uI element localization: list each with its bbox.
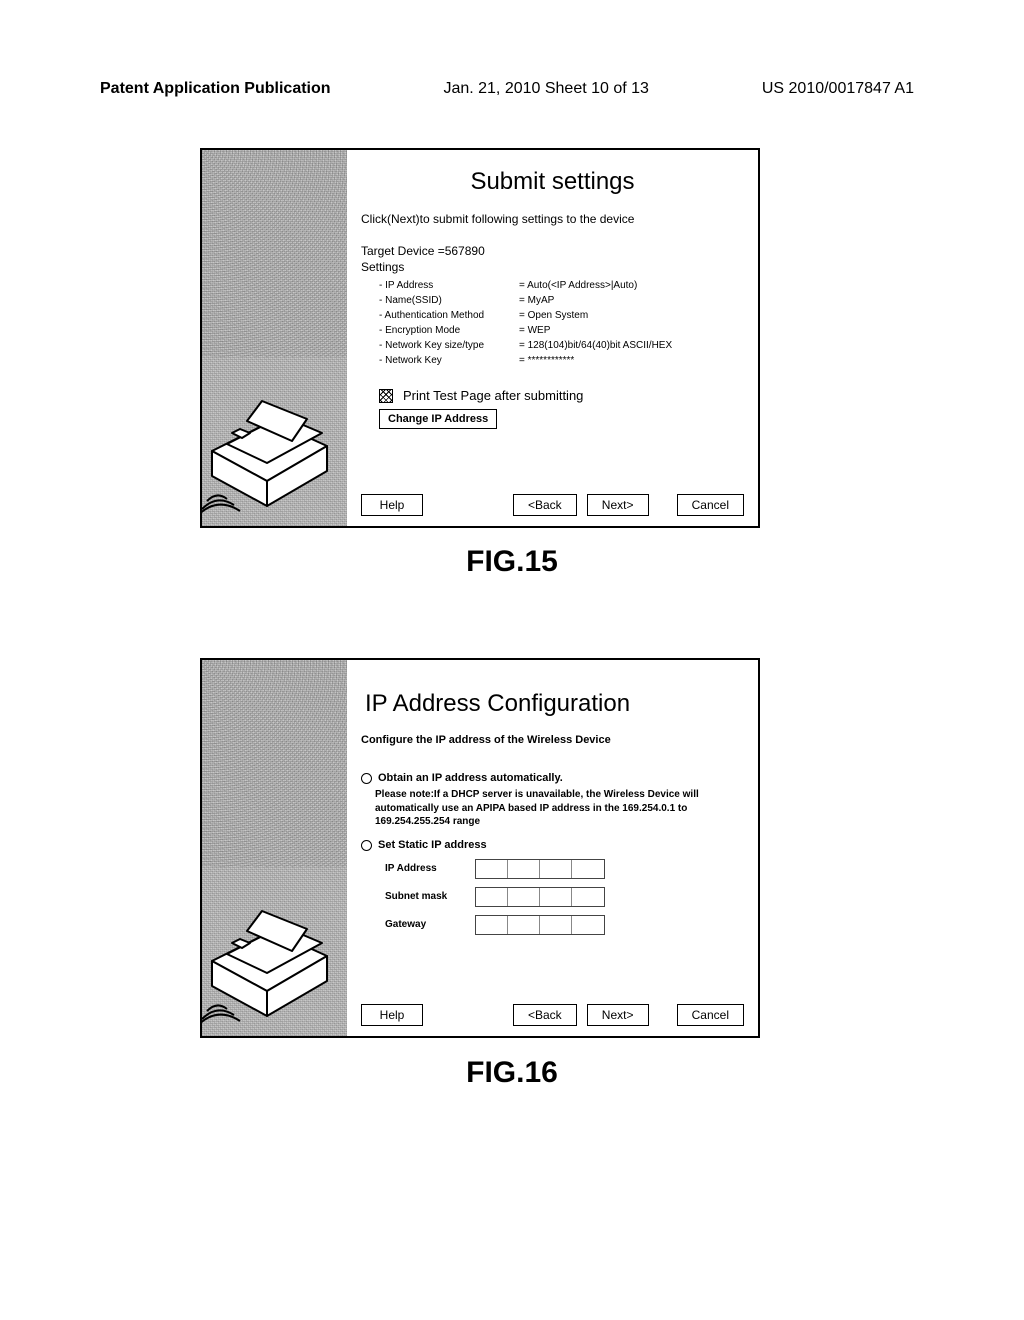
help-button[interactable]: Help <box>361 1004 423 1026</box>
back-button[interactable]: <Back <box>513 1004 577 1026</box>
header-center: Jan. 21, 2010 Sheet 10 of 13 <box>443 80 649 98</box>
cancel-button[interactable]: Cancel <box>677 494 744 516</box>
radio-static-ip[interactable]: Set Static IP address <box>361 839 744 851</box>
dialog-instruction: Click(Next)to submit following settings … <box>361 212 744 226</box>
figure-caption-15: FIG.15 <box>0 545 1024 579</box>
gateway-row: Gateway <box>385 915 744 935</box>
figure-caption-16: FIG.16 <box>0 1056 1024 1090</box>
setting-row-ip-address: - IP Address= Auto(<IP Address>|Auto) <box>379 278 744 293</box>
help-button[interactable]: Help <box>361 494 423 516</box>
gateway-label: Gateway <box>385 919 475 930</box>
radio-icon[interactable] <box>361 840 372 851</box>
cancel-button[interactable]: Cancel <box>677 1004 744 1026</box>
checkbox-icon[interactable] <box>379 389 393 403</box>
subnet-row: Subnet mask <box>385 887 744 907</box>
button-row: Help <Back Next> Cancel <box>361 990 744 1026</box>
printer-icon <box>202 851 347 1026</box>
ip-address-row: IP Address <box>385 859 744 879</box>
dialog-title: Submit settings <box>361 168 744 196</box>
next-button[interactable]: Next> <box>587 494 649 516</box>
subnet-input[interactable] <box>475 887 605 907</box>
radio-auto-label: Obtain an IP address automatically. <box>378 772 744 784</box>
ip-address-label: IP Address <box>385 863 475 874</box>
print-test-checkbox-row[interactable]: Print Test Page after submitting <box>379 388 744 403</box>
header-left: Patent Application Publication <box>100 80 331 98</box>
next-button[interactable]: Next> <box>587 1004 649 1026</box>
radio-auto-note: Please note:If a DHCP server is unavaila… <box>375 788 744 829</box>
printer-icon <box>202 341 347 516</box>
setting-row-encryption: - Encryption Mode= WEP <box>379 323 744 338</box>
button-row: Help <Back Next> Cancel <box>361 480 744 516</box>
target-device-line: Target Device =567890 <box>361 244 744 258</box>
static-ip-fields: IP Address Subnet mask Gateway <box>385 859 744 935</box>
ip-config-radio-group: Obtain an IP address automatically. Plea… <box>361 772 744 943</box>
setting-row-keysize: - Network Key size/type= 128(104)bit/64(… <box>379 338 744 353</box>
print-test-label: Print Test Page after submitting <box>403 388 583 403</box>
dialog-instruction: Configure the IP address of the Wireless… <box>361 734 744 746</box>
gateway-input[interactable] <box>475 915 605 935</box>
subnet-label: Subnet mask <box>385 891 475 902</box>
dialog-ip-config: IP Address Configuration Configure the I… <box>200 658 760 1038</box>
dialog-submit-settings: Submit settings Click(Next)to submit fol… <box>200 148 760 528</box>
dialog-sidebar <box>202 150 347 526</box>
radio-icon[interactable] <box>361 773 372 784</box>
setting-row-ssid: - Name(SSID)= MyAP <box>379 293 744 308</box>
radio-auto-ip[interactable]: Obtain an IP address automatically. <box>361 772 744 784</box>
dialog-content: Submit settings Click(Next)to submit fol… <box>347 150 758 526</box>
page-header: Patent Application Publication Jan. 21, … <box>0 80 1024 98</box>
radio-static-label: Set Static IP address <box>378 839 744 851</box>
settings-heading: Settings <box>361 260 744 274</box>
dialog-title: IP Address Configuration <box>365 690 744 718</box>
back-button[interactable]: <Back <box>513 494 577 516</box>
dialog-content: IP Address Configuration Configure the I… <box>347 660 758 1036</box>
header-right: US 2010/0017847 A1 <box>762 80 914 98</box>
change-ip-button[interactable]: Change IP Address <box>379 409 497 429</box>
setting-row-netkey: - Network Key= ************ <box>379 353 744 368</box>
dialog-sidebar <box>202 660 347 1036</box>
setting-row-auth: - Authentication Method= Open System <box>379 308 744 323</box>
settings-list: - IP Address= Auto(<IP Address>|Auto) - … <box>379 278 744 368</box>
ip-address-input[interactable] <box>475 859 605 879</box>
